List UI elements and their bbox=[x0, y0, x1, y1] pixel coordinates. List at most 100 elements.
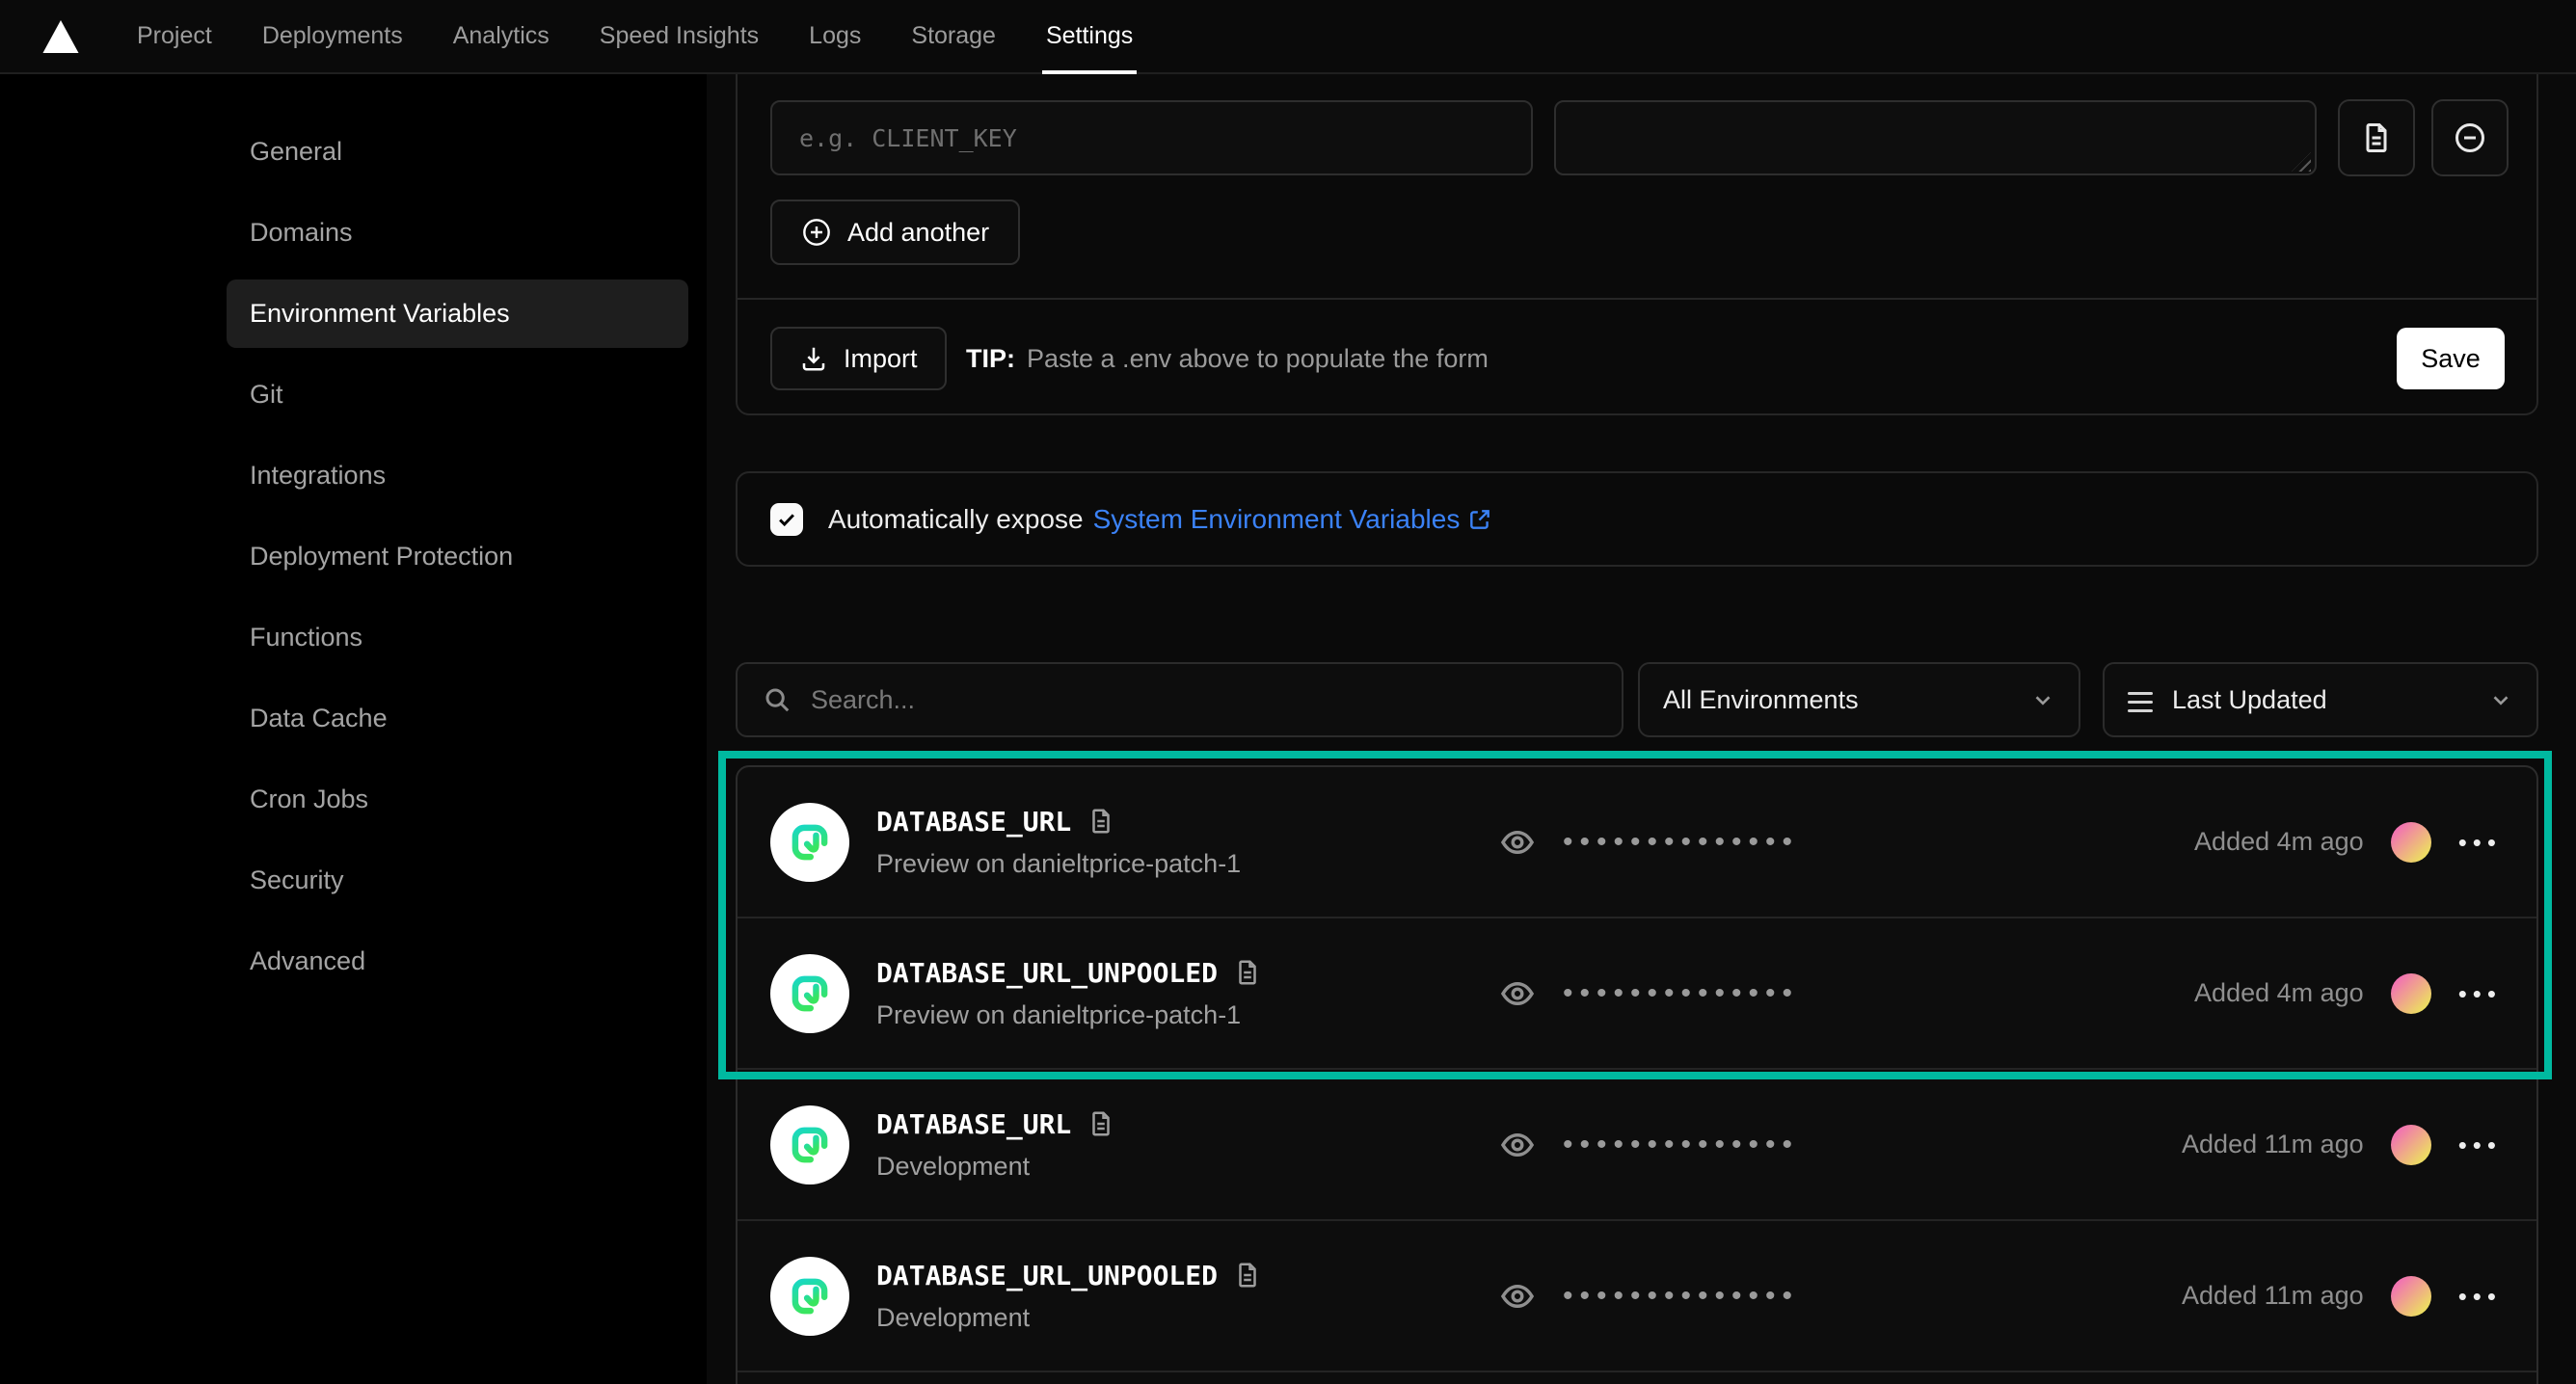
expose-label-text: Automatically expose bbox=[828, 504, 1084, 535]
sidebar-item-cron-jobs[interactable]: Cron Jobs bbox=[227, 765, 688, 834]
neon-integration-badge bbox=[770, 954, 849, 1033]
import-icon bbox=[799, 344, 828, 373]
row-overflow-menu-button[interactable]: ••• bbox=[2458, 981, 2502, 1006]
plus-circle-icon bbox=[801, 217, 832, 248]
nav-tab-deployments[interactable]: Deployments bbox=[237, 0, 428, 72]
env-var-value: •••••••••••••• bbox=[1499, 824, 1799, 861]
note-icon[interactable] bbox=[1233, 958, 1262, 987]
row-overflow-menu-button[interactable]: ••• bbox=[2458, 1132, 2502, 1158]
sidebar-item-security[interactable]: Security bbox=[227, 846, 688, 915]
top-nav: ProjectDeploymentsAnalyticsSpeed Insight… bbox=[0, 0, 2576, 74]
environment-filter-value: All Environments bbox=[1663, 685, 2030, 715]
environment-filter-select[interactable]: All Environments bbox=[1638, 662, 2080, 737]
table-row[interactable]: DATABASE_URL Development •••••••••••••• … bbox=[738, 1070, 2536, 1221]
nav-tab-project[interactable]: Project bbox=[112, 0, 237, 72]
env-variables-table: DATABASE_URL Preview on danieltprice-pat… bbox=[736, 765, 2538, 1384]
neon-logo-icon bbox=[788, 1123, 832, 1167]
import-label: Import bbox=[844, 344, 918, 374]
expose-card: Automatically expose System Environment … bbox=[736, 471, 2538, 567]
table-row[interactable]: DATABASE_URL_UNPOOLED Preview on danielt… bbox=[738, 918, 2536, 1070]
file-text-icon bbox=[2359, 120, 2394, 155]
system-env-vars-link[interactable]: System Environment Variables bbox=[1093, 504, 1493, 535]
save-button[interactable]: Save bbox=[2397, 328, 2505, 389]
added-timestamp: Added 4m ago bbox=[2194, 978, 2364, 1008]
sidebar-item-integrations[interactable]: Integrations bbox=[227, 441, 688, 510]
env-var-name-text: DATABASE_URL bbox=[876, 806, 1071, 838]
sort-select[interactable]: Last Updated bbox=[2103, 662, 2538, 737]
row-text: DATABASE_URL_UNPOOLED Development bbox=[876, 1260, 1262, 1333]
table-row[interactable]: DATABASE_URL Preview on danieltprice-pat… bbox=[738, 767, 2536, 918]
sidebar-item-advanced[interactable]: Advanced bbox=[227, 927, 688, 996]
chevron-down-icon bbox=[2488, 687, 2513, 712]
sidebar-item-environment-variables[interactable]: Environment Variables bbox=[227, 279, 688, 348]
sidebar-item-deployment-protection[interactable]: Deployment Protection bbox=[227, 522, 688, 591]
env-value-textarea[interactable] bbox=[1554, 100, 2317, 175]
note-icon[interactable] bbox=[1233, 1261, 1262, 1290]
nav-tab-logs[interactable]: Logs bbox=[784, 0, 886, 72]
env-var-value: •••••••••••••• bbox=[1499, 975, 1799, 1012]
env-var-value: •••••••••••••• bbox=[1499, 1127, 1799, 1163]
env-var-name: DATABASE_URL bbox=[876, 806, 1241, 838]
env-var-target: Preview on danieltprice-patch-1 bbox=[876, 1000, 1262, 1030]
nav-tabs: ProjectDeploymentsAnalyticsSpeed Insight… bbox=[112, 0, 1158, 72]
vercel-logo-icon[interactable] bbox=[42, 20, 79, 53]
neon-logo-icon bbox=[788, 971, 832, 1016]
env-var-name: DATABASE_URL_UNPOOLED bbox=[876, 957, 1262, 989]
chevron-down-icon bbox=[2030, 687, 2055, 712]
search-input[interactable] bbox=[811, 685, 1597, 715]
neon-logo-icon bbox=[788, 820, 832, 865]
expose-checkbox[interactable] bbox=[770, 503, 803, 536]
env-var-name-text: DATABASE_URL bbox=[876, 1108, 1071, 1140]
sidebar-item-git[interactable]: Git bbox=[227, 360, 688, 429]
eye-icon[interactable] bbox=[1499, 824, 1536, 861]
user-avatar bbox=[2391, 1276, 2431, 1317]
system-env-vars-link-text: System Environment Variables bbox=[1093, 504, 1461, 535]
eye-icon[interactable] bbox=[1499, 1278, 1536, 1315]
nav-tab-analytics[interactable]: Analytics bbox=[428, 0, 575, 72]
row-overflow-menu-button[interactable]: ••• bbox=[2458, 1284, 2502, 1309]
row-overflow-menu-button[interactable]: ••• bbox=[2458, 830, 2502, 855]
user-avatar bbox=[2391, 1125, 2431, 1165]
row-right: Added 11m ago ••• bbox=[2182, 1276, 2502, 1317]
note-icon[interactable] bbox=[1087, 1109, 1115, 1138]
tip-text: Paste a .env above to populate the form bbox=[1027, 344, 1489, 374]
env-key-input[interactable] bbox=[770, 100, 1533, 175]
env-var-name-text: DATABASE_URL_UNPOOLED bbox=[876, 1260, 1218, 1291]
search-box[interactable] bbox=[736, 662, 1623, 737]
remove-row-button[interactable] bbox=[2431, 99, 2509, 176]
eye-icon[interactable] bbox=[1499, 975, 1536, 1012]
sidebar-item-functions[interactable]: Functions bbox=[227, 603, 688, 672]
row-text: DATABASE_URL Development bbox=[876, 1108, 1115, 1182]
sidebar-item-general[interactable]: General bbox=[227, 118, 688, 186]
env-var-target: Development bbox=[876, 1152, 1115, 1182]
env-var-target: Preview on danieltprice-patch-1 bbox=[876, 849, 1241, 879]
env-var-target: Development bbox=[876, 1303, 1262, 1333]
nav-tab-speed-insights[interactable]: Speed Insights bbox=[575, 0, 784, 72]
import-button[interactable]: Import bbox=[770, 327, 947, 390]
hidden-value-mask: •••••••••••••• bbox=[1563, 977, 1799, 1010]
sort-icon bbox=[2128, 686, 2155, 713]
hidden-value-mask: •••••••••••••• bbox=[1563, 1129, 1799, 1161]
eye-icon[interactable] bbox=[1499, 1127, 1536, 1163]
env-var-name: DATABASE_URL bbox=[876, 1108, 1115, 1140]
sidebar-item-data-cache[interactable]: Data Cache bbox=[227, 684, 688, 753]
nav-tab-settings[interactable]: Settings bbox=[1021, 0, 1158, 72]
neon-integration-badge bbox=[770, 803, 849, 882]
row-right: Added 4m ago ••• bbox=[2194, 973, 2502, 1014]
added-timestamp: Added 11m ago bbox=[2182, 1281, 2364, 1311]
added-timestamp: Added 11m ago bbox=[2182, 1130, 2364, 1159]
tip-line: TIP: Paste a .env above to populate the … bbox=[966, 327, 1489, 390]
hidden-value-mask: •••••••••••••• bbox=[1563, 1280, 1799, 1313]
nav-tab-storage[interactable]: Storage bbox=[886, 0, 1021, 72]
row-text: DATABASE_URL Preview on danieltprice-pat… bbox=[876, 806, 1241, 879]
sidebar-item-domains[interactable]: Domains bbox=[227, 199, 688, 267]
main-panel: Add another Import TIP: Paste a .env abo… bbox=[707, 74, 2576, 1384]
form-footer-divider bbox=[738, 298, 2536, 300]
paste-file-button[interactable] bbox=[2338, 99, 2415, 176]
note-icon[interactable] bbox=[1087, 807, 1115, 836]
search-icon bbox=[763, 685, 792, 714]
env-var-name: DATABASE_URL_UNPOOLED bbox=[876, 1260, 1262, 1291]
table-row[interactable]: DATABASE_URL_UNPOOLED Development ••••••… bbox=[738, 1221, 2536, 1372]
add-another-button[interactable]: Add another bbox=[770, 200, 1020, 265]
settings-sidebar: General Domains Environment Variables Git In… bbox=[227, 118, 688, 1008]
